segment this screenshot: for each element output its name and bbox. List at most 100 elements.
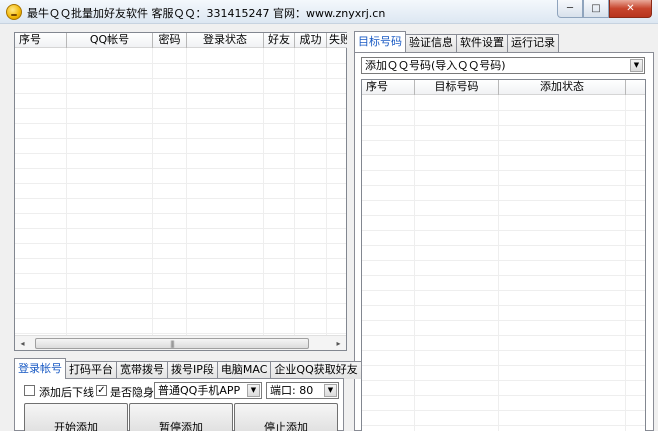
col-success[interactable]: 成功 bbox=[295, 33, 327, 48]
logout-after-add-checkbox[interactable] bbox=[24, 385, 35, 396]
client-type-select[interactable]: 普通QQ手机APP ▼ bbox=[154, 382, 262, 399]
grid-row-line bbox=[362, 155, 645, 156]
grid-col-line bbox=[326, 48, 327, 335]
logout-after-add-label: 添加后下线 bbox=[39, 386, 94, 399]
target-grid[interactable]: 序号 目标号码 添加状态 bbox=[361, 79, 646, 431]
minimize-icon: ─ bbox=[566, 3, 574, 14]
grid-row-line bbox=[362, 275, 645, 276]
grid-row-line bbox=[15, 123, 346, 124]
col-filler bbox=[626, 80, 645, 95]
chevron-down-icon[interactable]: ▼ bbox=[247, 384, 260, 397]
tab-enterprise-qq-friends[interactable]: 企业QQ获取好友 bbox=[270, 361, 362, 379]
grid-row-line bbox=[15, 183, 346, 184]
account-grid[interactable]: 序号 QQ帐号 密码 登录状态 好友 成功 失败 ◂ ||| ▸ bbox=[14, 32, 347, 351]
scroll-thumb[interactable]: ||| bbox=[35, 338, 309, 349]
grid-row-line bbox=[362, 425, 645, 426]
account-grid-header: 序号 QQ帐号 密码 登录状态 好友 成功 失败 bbox=[15, 33, 347, 48]
check-icon: ✓ bbox=[97, 385, 106, 396]
grid-col-line bbox=[186, 48, 187, 335]
grid-row-line bbox=[362, 140, 645, 141]
port-value: 端口: 80 bbox=[270, 384, 314, 397]
scroll-right-icon[interactable]: ▸ bbox=[331, 336, 346, 351]
grid-row-line bbox=[362, 185, 645, 186]
grid-row-line bbox=[362, 200, 645, 201]
grid-row-line bbox=[362, 410, 645, 411]
tab-broadband-dialup[interactable]: 宽带拨号 bbox=[116, 361, 168, 379]
add-mode-select[interactable]: 添加ＱＱ号码(导入ＱＱ号码) ▼ bbox=[361, 57, 645, 74]
grid-row-line bbox=[15, 213, 346, 214]
minimize-button[interactable]: ─ bbox=[557, 0, 583, 18]
grid-row-line bbox=[15, 288, 346, 289]
start-add-button[interactable]: 开始添加 bbox=[24, 403, 128, 431]
grid-row-line bbox=[362, 305, 645, 306]
grid-row-line bbox=[15, 318, 346, 319]
grid-row-line bbox=[15, 168, 346, 169]
close-button[interactable]: ✕ bbox=[609, 0, 652, 18]
window-controls: ─ □ ✕ bbox=[557, 0, 652, 18]
grid-row-line bbox=[15, 93, 346, 94]
grid-row-line bbox=[362, 110, 645, 111]
title-bar: 最牛ＱＱ批量加好友软件 客服ＱＱ：331415247 官网：www.znyxrj… bbox=[0, 0, 658, 24]
tab-computer-mac[interactable]: 电脑MAC bbox=[216, 361, 272, 379]
invisible-checkbox[interactable]: ✓ bbox=[96, 385, 107, 396]
grid-row-line bbox=[15, 258, 346, 259]
chevron-down-icon[interactable]: ▼ bbox=[630, 59, 643, 72]
pause-add-button[interactable]: 暂停添加 bbox=[129, 403, 233, 431]
bottom-tab-strip: 登录帐号 打码平台 宽带拨号 拨号IP段 电脑MAC 企业QQ获取好友 bbox=[14, 358, 362, 379]
grid-col-line bbox=[294, 48, 295, 335]
target-grid-body bbox=[362, 95, 645, 431]
grid-row-line bbox=[362, 125, 645, 126]
grid-row-line bbox=[15, 243, 346, 244]
grid-col-line bbox=[498, 95, 499, 431]
stop-add-button[interactable]: 停止添加 bbox=[234, 403, 338, 431]
account-grid-body bbox=[15, 48, 346, 335]
account-grid-hscrollbar[interactable]: ◂ ||| ▸ bbox=[15, 335, 346, 350]
maximize-button[interactable]: □ bbox=[583, 0, 609, 18]
col-password[interactable]: 密码 bbox=[153, 33, 187, 48]
grid-col-line bbox=[152, 48, 153, 335]
grid-col-line bbox=[263, 48, 264, 335]
col-target-index[interactable]: 序号 bbox=[362, 80, 415, 95]
grid-col-line bbox=[625, 95, 626, 431]
grid-col-line bbox=[66, 48, 67, 335]
grid-row-line bbox=[15, 198, 346, 199]
grid-row-line bbox=[362, 260, 645, 261]
grid-row-line bbox=[362, 230, 645, 231]
chevron-down-icon[interactable]: ▼ bbox=[324, 384, 337, 397]
target-grid-header: 序号 目标号码 添加状态 bbox=[362, 80, 645, 95]
grid-row-line bbox=[15, 153, 346, 154]
col-failed[interactable]: 失败 bbox=[327, 33, 347, 48]
scroll-grip-icon: ||| bbox=[169, 339, 175, 348]
grid-row-line bbox=[362, 215, 645, 216]
port-select[interactable]: 端口: 80 ▼ bbox=[266, 382, 339, 399]
tab-login-accounts[interactable]: 登录帐号 bbox=[14, 358, 66, 379]
grid-row-line bbox=[362, 320, 645, 321]
grid-row-line bbox=[362, 380, 645, 381]
right-tab-strip: 目标号码 验证信息 软件设置 运行记录 bbox=[354, 31, 559, 52]
grid-row-line bbox=[362, 365, 645, 366]
window-title: 最牛ＱＱ批量加好友软件 客服ＱＱ：331415247 官网：www.znyxrj… bbox=[27, 7, 386, 20]
maximize-icon: □ bbox=[591, 3, 601, 14]
col-friends[interactable]: 好友 bbox=[264, 33, 295, 48]
col-index[interactable]: 序号 bbox=[15, 33, 67, 48]
invisible-label: 是否隐身 bbox=[110, 386, 154, 399]
col-qq-account[interactable]: QQ帐号 bbox=[67, 33, 153, 48]
tab-captcha-platform[interactable]: 打码平台 bbox=[65, 361, 117, 379]
client-type-value: 普通QQ手机APP bbox=[158, 384, 241, 397]
tab-target-numbers[interactable]: 目标号码 bbox=[354, 31, 406, 52]
tab-dialup-ip-range[interactable]: 拨号IP段 bbox=[167, 361, 218, 379]
grid-row-line bbox=[15, 78, 346, 79]
grid-row-line bbox=[362, 395, 645, 396]
col-target-number[interactable]: 目标号码 bbox=[415, 80, 499, 95]
app-logo-icon bbox=[6, 4, 22, 20]
col-add-status[interactable]: 添加状态 bbox=[499, 80, 626, 95]
grid-row-line bbox=[362, 170, 645, 171]
scroll-left-icon[interactable]: ◂ bbox=[15, 336, 30, 351]
grid-row-line bbox=[15, 273, 346, 274]
tab-verify-message[interactable]: 验证信息 bbox=[405, 34, 457, 52]
grid-row-line bbox=[15, 138, 346, 139]
tab-run-log[interactable]: 运行记录 bbox=[507, 34, 559, 52]
tab-software-settings[interactable]: 软件设置 bbox=[456, 34, 508, 52]
grid-row-line bbox=[15, 63, 346, 64]
col-login-status[interactable]: 登录状态 bbox=[187, 33, 264, 48]
